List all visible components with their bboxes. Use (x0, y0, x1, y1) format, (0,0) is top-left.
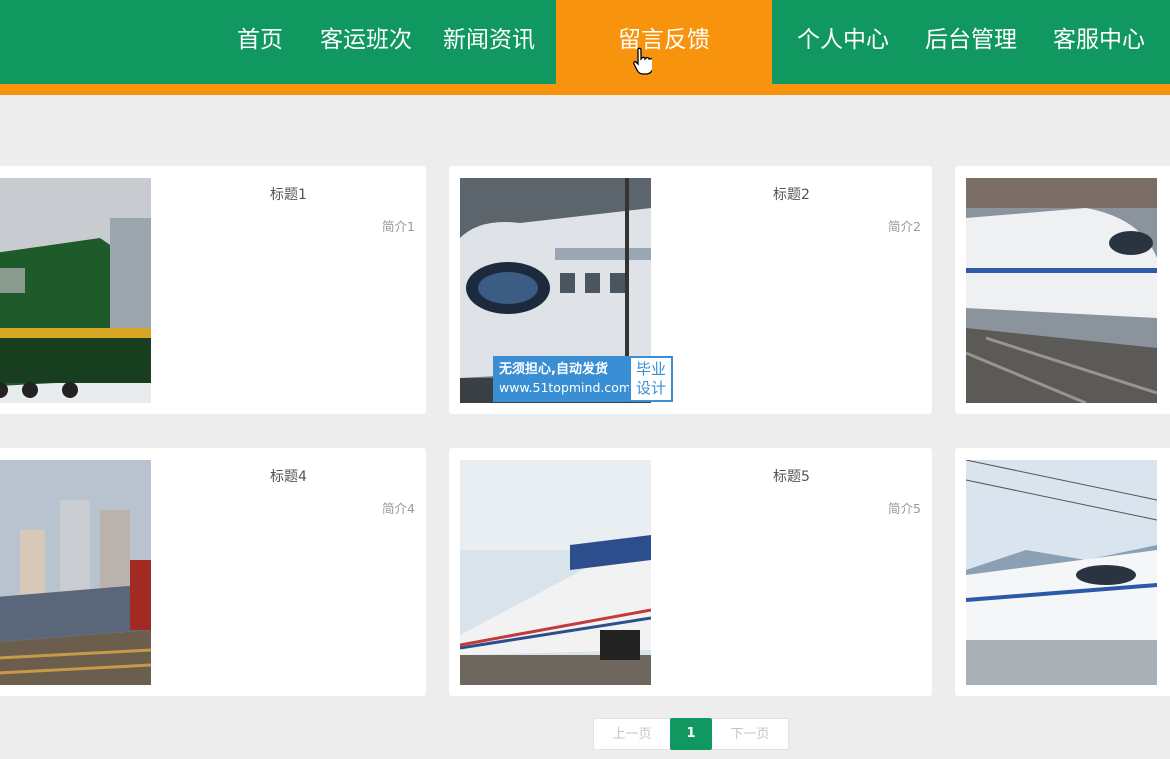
news-card[interactable] (955, 448, 1170, 696)
card-title: 标题5 (773, 469, 810, 485)
card-image (460, 460, 651, 685)
top-nav: 首页 客运班次 新闻资讯 留言反馈 个人中心 后台管理 客服中心 (0, 0, 1170, 84)
watermark-line1: 无须担心,自动发货 (499, 362, 608, 377)
card-desc: 简介4 (382, 501, 415, 516)
news-card[interactable]: 标题1 简介1 (0, 166, 426, 414)
card-desc: 简介1 (382, 219, 415, 234)
card-desc: 简介5 (888, 501, 921, 516)
card-image (0, 460, 151, 685)
card-image (0, 178, 151, 403)
card-title: 标题4 (270, 469, 307, 485)
watermark-badge-box: 毕业 设计 (629, 356, 673, 402)
nav-home[interactable]: 首页 (237, 0, 283, 84)
card-image (966, 178, 1157, 403)
current-page-button[interactable]: 1 (670, 718, 712, 750)
nav-customer-service[interactable]: 客服中心 (1053, 0, 1145, 84)
nav-accent-bar (0, 84, 1170, 95)
watermark-line2: www.51topmind.com (499, 380, 632, 395)
card-desc: 简介2 (888, 219, 921, 234)
card-title: 标题1 (270, 187, 307, 203)
news-card[interactable]: 标题5 简介5 (449, 448, 932, 696)
watermark-badge-line1: 毕业 (635, 360, 666, 378)
watermark-badge-line2: 设计 (635, 379, 666, 397)
prev-page-button[interactable]: 上一页 (593, 718, 670, 750)
nav-admin[interactable]: 后台管理 (925, 0, 1017, 84)
pagination: 上一页 1 下一页 (593, 718, 789, 750)
nav-schedules[interactable]: 客运班次 (320, 0, 412, 84)
card-title: 标题2 (773, 187, 810, 203)
hand-cursor-icon (633, 47, 652, 75)
watermark-badge: 无须担心,自动发货 www.51topmind.com 毕业 设计 (493, 356, 673, 402)
card-image (966, 460, 1157, 685)
nav-personal-center[interactable]: 个人中心 (797, 0, 889, 84)
news-card[interactable] (955, 166, 1170, 414)
watermark-text-block: 无须担心,自动发货 www.51topmind.com (493, 356, 632, 402)
nav-feedback[interactable]: 留言反馈 (556, 0, 772, 84)
nav-news[interactable]: 新闻资讯 (443, 0, 535, 84)
next-page-button[interactable]: 下一页 (712, 718, 789, 750)
news-card[interactable]: 标题4 简介4 (0, 448, 426, 696)
